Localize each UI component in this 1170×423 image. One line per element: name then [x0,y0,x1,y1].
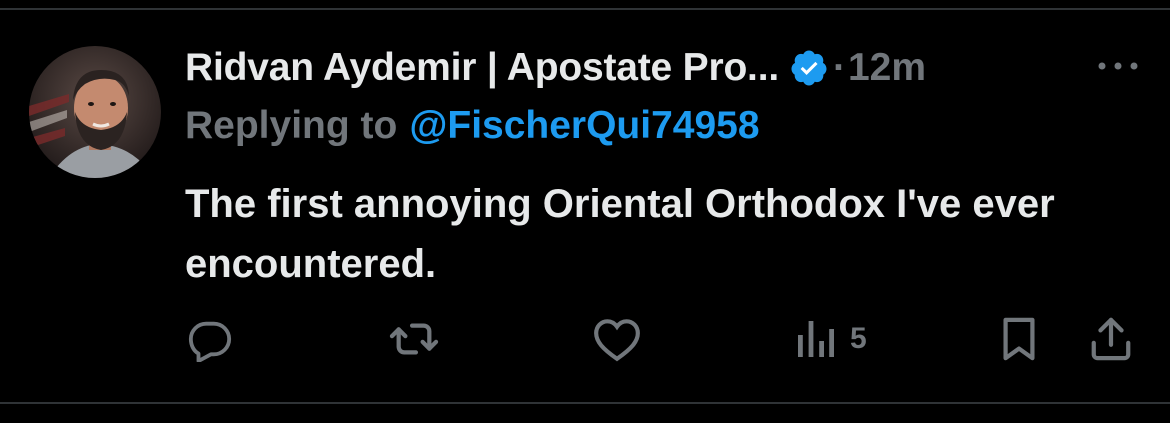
like-icon [594,319,640,362]
display-name[interactable]: Ridvan Aydemir | Apostate Pro... [185,46,779,90]
views-icon [798,321,834,357]
views-button[interactable]: 5 [796,316,867,362]
share-icon [1091,317,1131,361]
retweet-button[interactable] [388,316,440,362]
separator-dot: · [832,46,846,89]
views-count: 5 [850,322,867,355]
reply-icon [188,321,232,362]
tweet-header: Ridvan Aydemir | Apostate Pro... · 12m [185,42,926,94]
bookmark-button[interactable] [998,316,1040,362]
tweet-text: The first annoying Oriental Orthodox I'v… [185,182,1055,286]
replying-to-line: Replying to @FischerQui74958 [185,100,760,152]
replying-to-label: Replying to [185,104,398,147]
bottom-divider [0,402,1170,404]
like-button[interactable] [592,316,642,362]
more-options-icon[interactable] [1096,56,1140,76]
bookmark-icon [1003,317,1035,361]
share-button[interactable] [1088,316,1134,362]
verified-badge-icon [791,50,827,86]
mention-link[interactable]: @FischerQui74958 [409,104,759,148]
retweet-icon [389,323,439,355]
timestamp[interactable]: 12m [848,46,926,90]
reply-button[interactable] [186,316,234,362]
top-divider [0,8,1170,10]
avatar[interactable] [29,46,161,178]
